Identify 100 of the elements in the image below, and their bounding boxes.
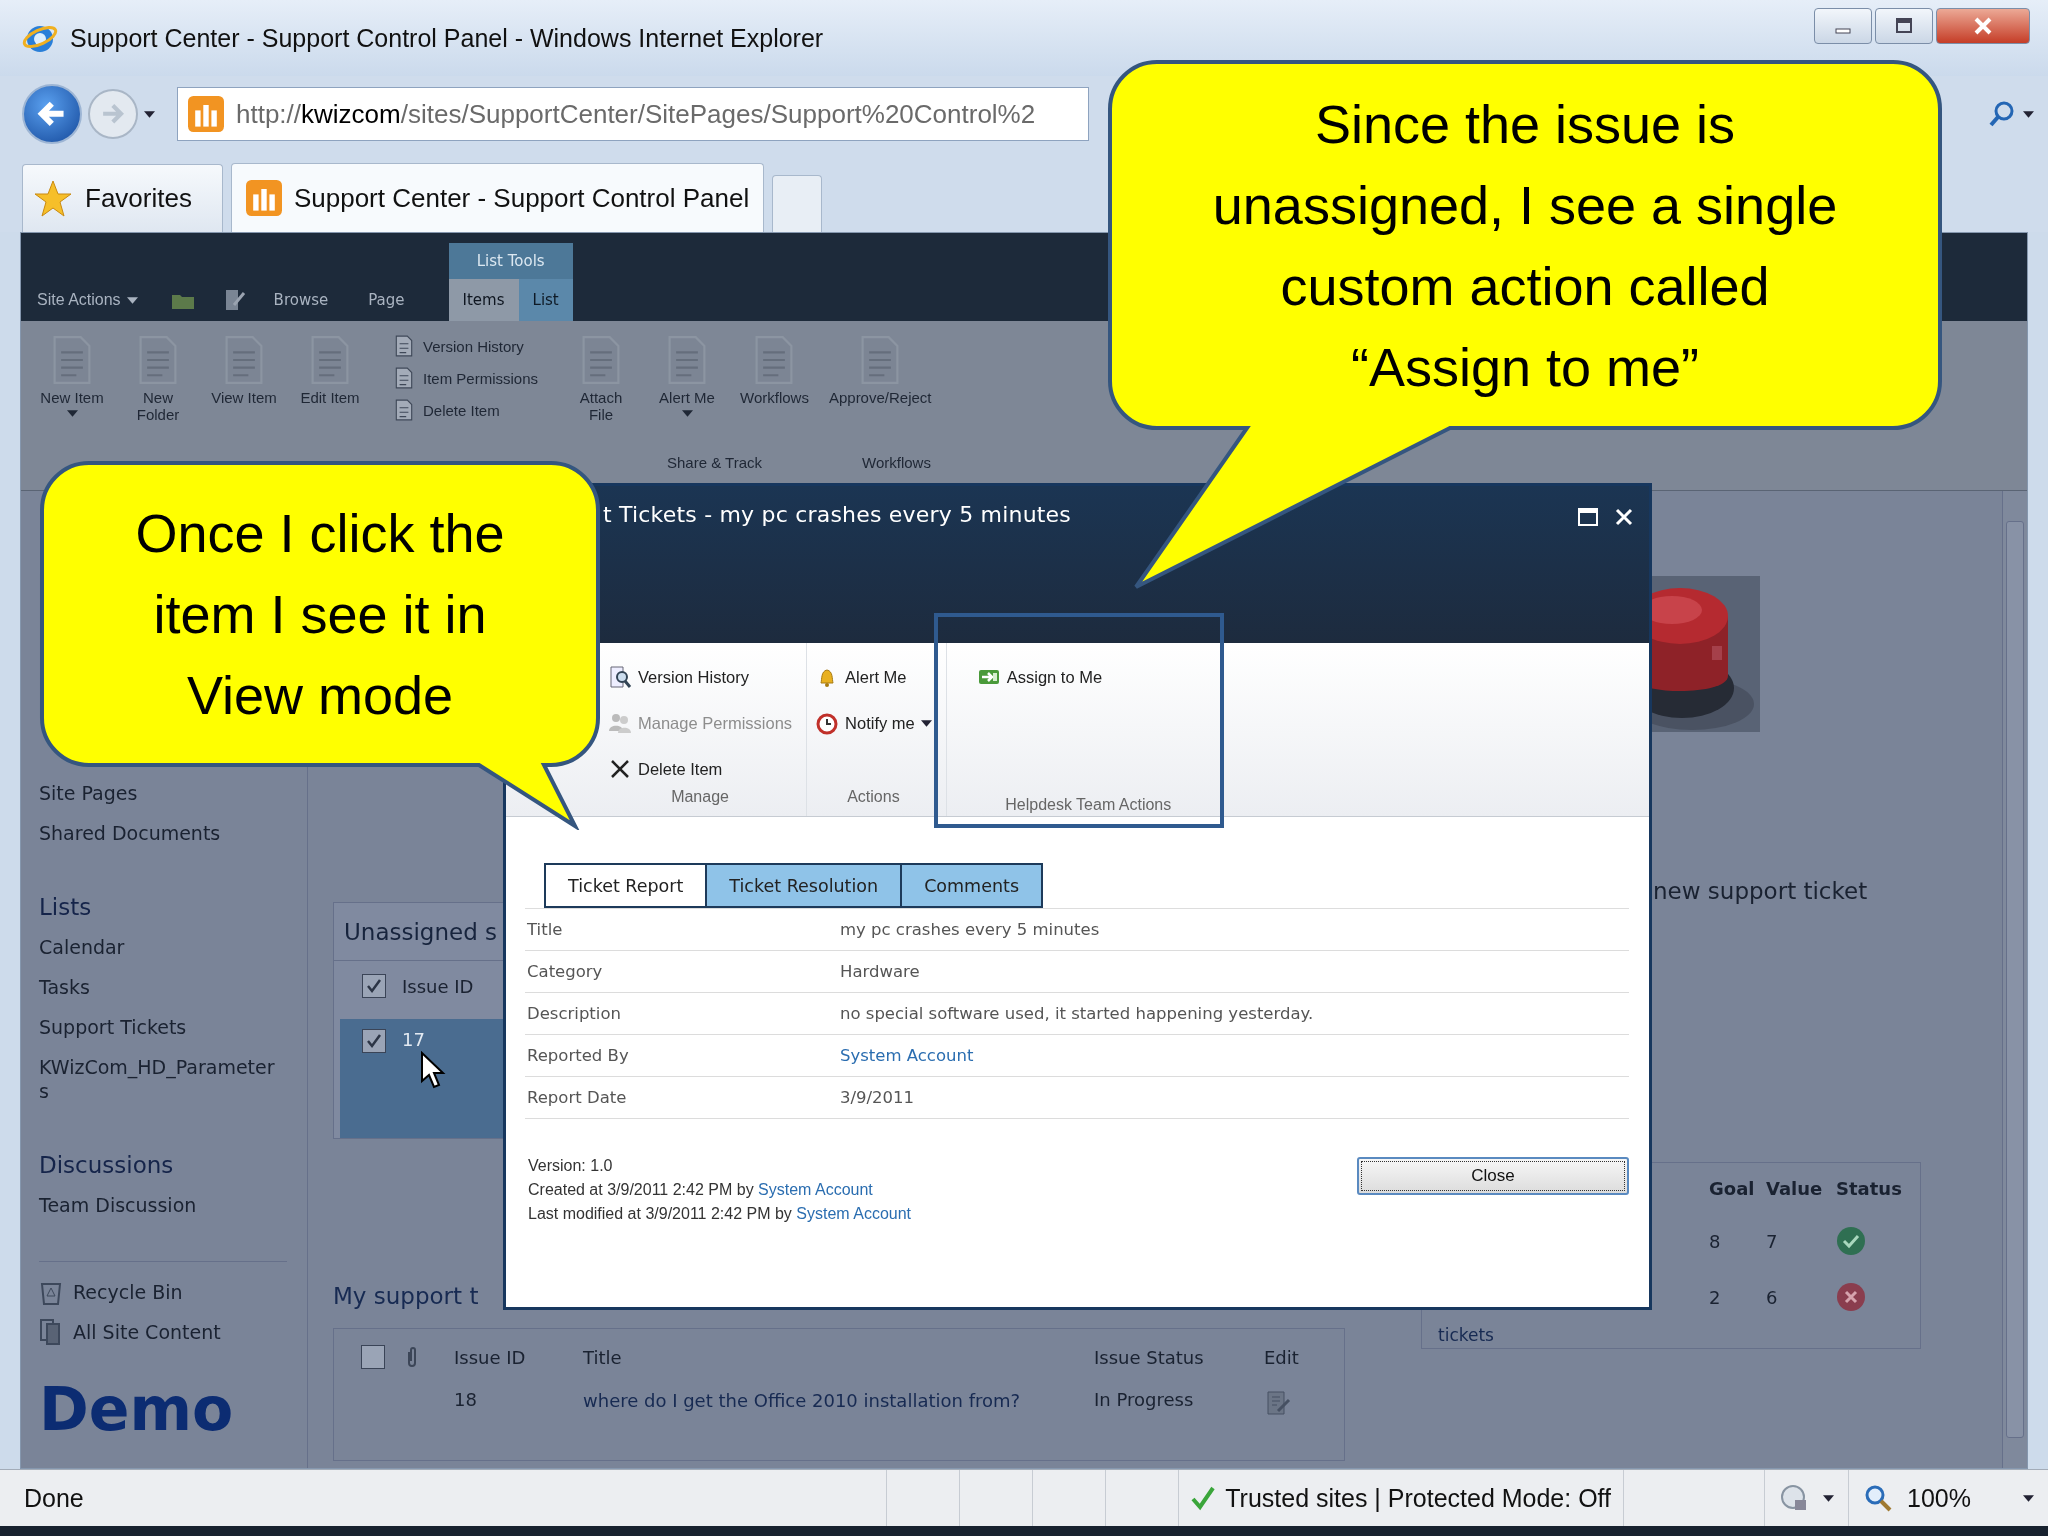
table-cell: 7 [1766,1230,1778,1252]
group-label: Helpdesk Team Actions [1004,796,1173,815]
field-value: 3/9/2011 [839,1088,916,1107]
ribbon-button[interactable]: Attach File [568,335,635,423]
nav-link[interactable]: KWizCom_HD_Parameters [39,1047,281,1111]
ribbon-button[interactable]: Delete Item [393,399,539,421]
ribbon-tab[interactable]: Browse [259,279,343,321]
pages-icon [39,1318,63,1346]
nav-link[interactable]: Support Tickets [39,1007,187,1047]
ribbon-button[interactable]: Edit Item [297,335,363,406]
demo-label: Demo [39,1374,235,1444]
column-header[interactable]: Issue Status [1094,1346,1204,1368]
ribbon-button[interactable]: Assign to Me [976,661,1200,693]
column-header[interactable]: Issue ID [454,1346,526,1368]
document-icon [393,367,415,389]
document-icon [393,399,415,421]
version-text: Version: 1.0 [528,1157,614,1175]
group-label: Workflows [862,454,931,473]
ribbon-button[interactable]: New Item [39,335,105,417]
ribbon-tab[interactable]: Items [448,279,519,321]
checkbox[interactable] [362,974,386,999]
table-cell: 8 [1709,1230,1721,1252]
site-icon [245,180,282,216]
nav-heading[interactable]: Lists [39,887,307,927]
nav-link[interactable]: Calendar [39,927,125,967]
dialog-title: t Tickets - my pc crashes every 5 minutes [603,502,1071,527]
ribbon-button[interactable]: Item Permissions [393,367,539,389]
table-cell: 17 [402,1029,425,1050]
column-header[interactable]: Title [583,1346,622,1368]
ribbon-button[interactable]: Approve/Reject [828,335,932,406]
group-label: Manage [670,788,730,807]
favorites-button[interactable]: Favorites [22,164,223,232]
caret-icon [2023,1494,2034,1502]
caret-icon[interactable] [2023,110,2034,118]
nav-link[interactable]: Tasks [39,967,90,1007]
new-ticket-link[interactable]: new support ticket [1653,878,1921,908]
caret-icon [681,410,693,417]
browser-tab[interactable]: Support Center - Support Control Panel [230,163,765,232]
ribbon-button[interactable]: Version History [608,661,793,693]
people-icon [608,711,632,735]
user-link[interactable]: System Account [758,1181,873,1198]
kpi-link[interactable]: tickets [1438,1325,1494,1345]
callout-tooltip: Since the issue is unassigned, I see a single custom action called “Assign to me” [1107,59,1943,591]
mouse-pointer-icon [420,1051,446,1089]
nav-link[interactable]: All Site Content [39,1312,307,1352]
ribbon-tab[interactable]: Page [354,279,419,321]
maximize-button[interactable] [1577,506,1599,528]
check-status-icon [1836,1226,1866,1256]
alarm-clock-icon [815,711,840,735]
site-actions-menu[interactable]: Site Actions [31,279,144,321]
ribbon-button[interactable]: Version History [393,335,539,357]
field-value: Hardware [839,962,921,981]
column-header[interactable]: Issue ID [402,975,474,997]
user-link[interactable]: System Account [796,1205,912,1222]
context-group-label: List Tools [448,243,573,279]
ribbon-button[interactable]: Delete Item [608,753,793,785]
ribbon-button[interactable]: Alert Me [654,335,721,417]
column-header: Value [1766,1177,1823,1199]
table-cell: 18 [454,1389,477,1410]
ribbon-button[interactable]: New Folder [125,335,191,423]
document-icon [393,335,415,357]
checkbox[interactable] [361,1345,385,1369]
maximize-button[interactable] [1875,8,1933,44]
close-button[interactable]: Close [1357,1157,1629,1195]
field-value: no special software used, it started happening yesterday. [839,1004,1315,1023]
web-part-title: My support t [333,1283,480,1311]
window-title: Support Center - Support Control Panel - Windows Internet Explorer [70,23,824,53]
paperclip-icon [405,1346,419,1368]
column-header[interactable]: Edit [1264,1346,1299,1368]
user-link[interactable]: System Account [840,1046,974,1065]
form-tab[interactable]: Ticket Report [544,863,708,908]
url-text: http://kwizcom/sites/SupportCenter/SitePages/Support%20Control%2 [236,98,1036,130]
caret-icon[interactable] [144,110,155,118]
close-button[interactable] [1613,506,1635,528]
ribbon-button[interactable]: Alert Me [815,661,932,693]
table-cell: 6 [1766,1286,1778,1308]
zoom-icon [1863,1483,1894,1513]
nav-link[interactable]: Shared Documents [39,813,221,853]
table-cell: 2 [1709,1286,1721,1308]
close-icon [1972,17,1994,35]
page-magnifier-icon [608,665,632,689]
field-value: my pc crashes every 5 minutes [839,920,1101,939]
nav-link[interactable]: Team Discussion [39,1185,197,1225]
nav-link[interactable]: Recycle Bin [39,1272,307,1312]
security-zone-text: Trusted sites | Protected Mode: Off [1225,1483,1612,1513]
group-label: Actions [846,788,901,807]
ribbon-button[interactable]: View Item [211,335,277,406]
title-link[interactable]: where do I get the Office 2010 installation from? [583,1389,1033,1413]
back-button[interactable] [22,84,82,144]
form-tab[interactable]: Comments [900,863,1043,908]
address-field[interactable]: http://kwizcom/sites/SupportCenter/SitePages/Support%20Control%2 [177,87,1089,141]
nav-heading[interactable]: Discussions [39,1145,307,1185]
ribbon-button[interactable]: Notify me [815,707,932,739]
status-text: Done [24,1483,84,1513]
scrollbar[interactable] [2002,491,2027,1468]
ribbon-tab[interactable]: List [518,279,573,321]
field-label: Category [526,962,604,981]
checkbox[interactable] [362,1029,386,1053]
ribbon-button[interactable]: Workflows [740,335,809,406]
form-tab[interactable]: Ticket Resolution [705,863,903,908]
